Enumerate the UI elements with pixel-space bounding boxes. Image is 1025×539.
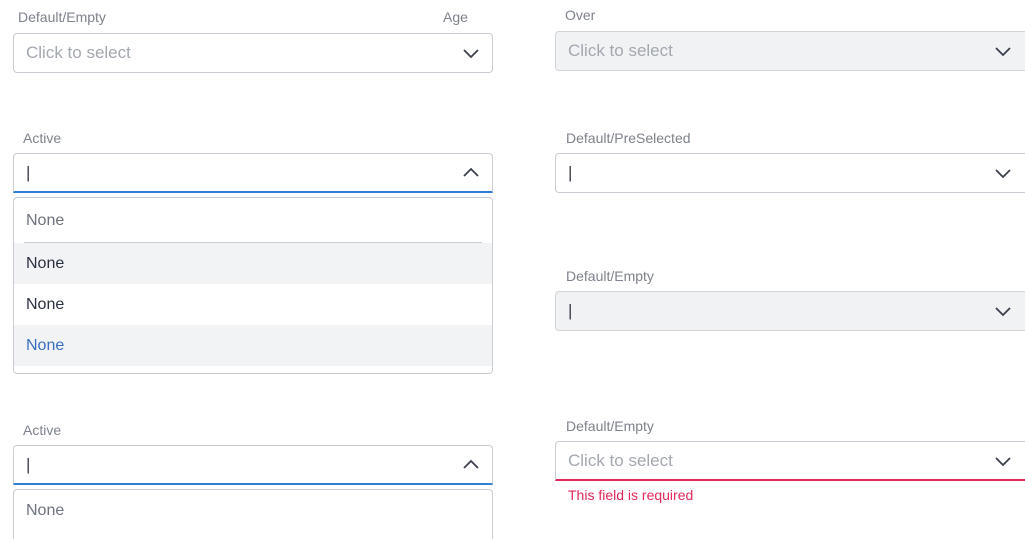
active-select-2-label: Active (23, 422, 62, 438)
empty-select-error-label: Default/Empty (566, 418, 654, 434)
chevron-down-icon (994, 164, 1012, 182)
dropdown-option[interactable]: None (14, 284, 492, 325)
active-select-1[interactable]: | (13, 153, 493, 193)
dropdown-option[interactable]: None (14, 198, 492, 244)
chevron-down-icon (462, 44, 480, 62)
preselected-select-label: Default/PreSelected (566, 130, 691, 146)
dropdown-option-selected[interactable]: None (14, 325, 492, 366)
chevron-down-icon (994, 42, 1012, 60)
empty-select-error-placeholder: Click to select (568, 450, 673, 470)
active-select-2-dropdown: None (13, 489, 493, 539)
empty-select-2[interactable]: | (555, 291, 1025, 331)
age-select-placeholder: Click to select (26, 43, 131, 62)
empty-select-error[interactable]: Click to select (555, 441, 1025, 481)
active-select-1-value: | (26, 162, 31, 182)
over-select-label: Over (565, 7, 596, 23)
preselected-select[interactable]: | (555, 153, 1025, 193)
empty-select-2-label: Default/Empty (566, 268, 654, 284)
over-select[interactable]: Click to select (555, 31, 1025, 71)
age-side-label: Age (443, 9, 468, 25)
active-select-2-value: | (26, 454, 31, 474)
chevron-up-icon (462, 164, 480, 182)
dropdown-option[interactable]: None (14, 490, 492, 531)
active-select-2[interactable]: | (13, 445, 493, 485)
active-select-1-dropdown: None None None None (13, 197, 493, 374)
empty-select-2-value: | (568, 301, 573, 320)
dropdown-option[interactable]: None (14, 243, 492, 284)
age-select[interactable]: Click to select (13, 33, 493, 73)
chevron-down-icon (994, 452, 1012, 470)
active-select-1-label: Active (23, 130, 62, 146)
over-select-placeholder: Click to select (568, 41, 673, 60)
age-select-label: Default/Empty (18, 9, 106, 25)
error-message: This field is required (568, 487, 694, 503)
preselected-select-value: | (568, 163, 573, 182)
chevron-up-icon (462, 456, 480, 474)
chevron-down-icon (994, 302, 1012, 320)
